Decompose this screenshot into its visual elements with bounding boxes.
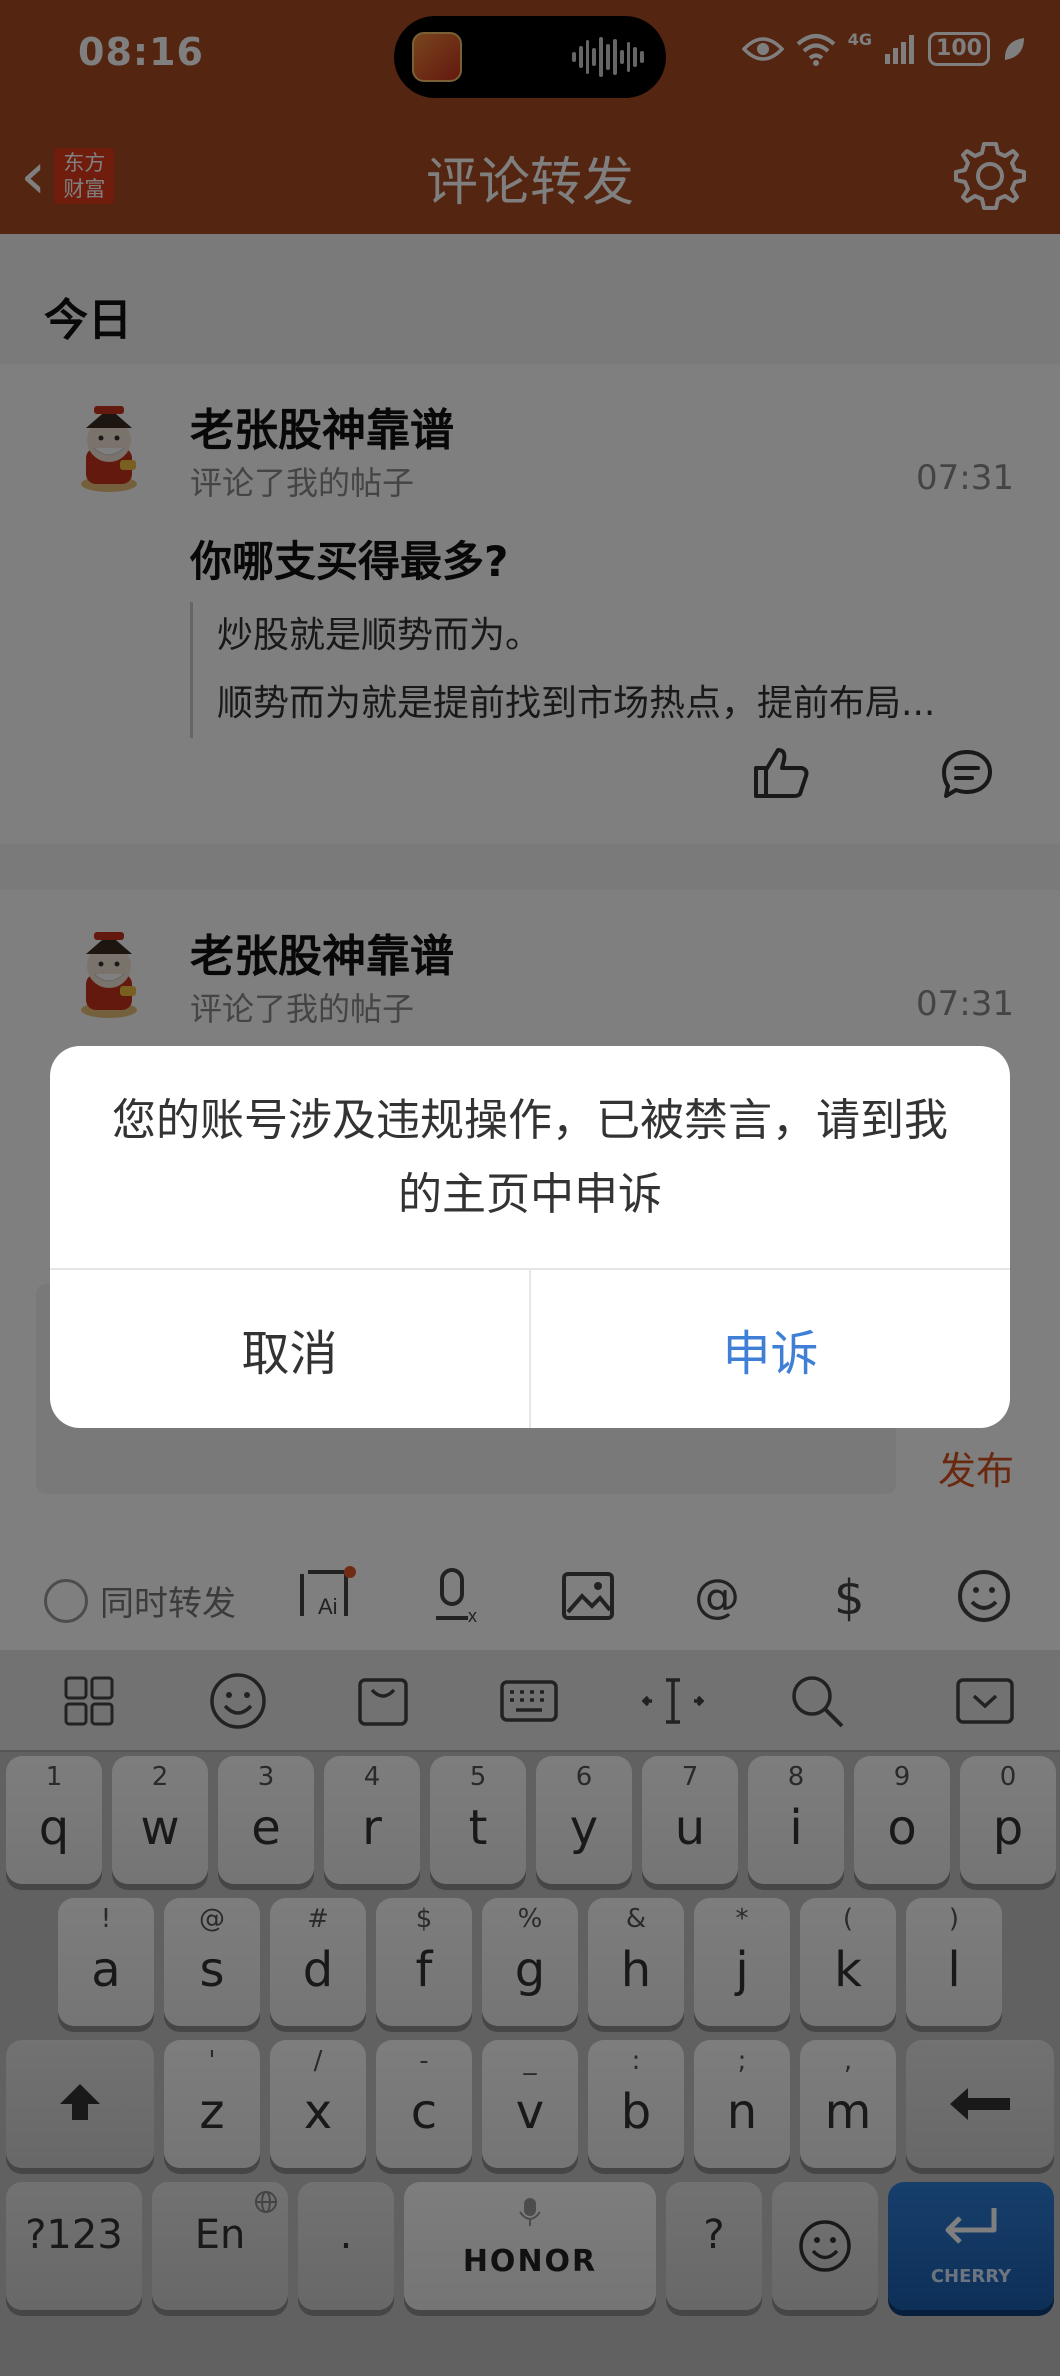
appeal-button[interactable]: 申诉: [531, 1270, 1010, 1428]
dialog-buttons: 取消 申诉: [50, 1268, 1010, 1428]
cancel-button[interactable]: 取消: [50, 1270, 531, 1428]
dialog-message: 您的账号涉及违规操作，已被禁言，请到我的主页中申诉: [112, 1095, 948, 1220]
ban-notice-dialog: 您的账号涉及违规操作，已被禁言，请到我的主页中申诉 取消 申诉: [50, 1046, 1010, 1428]
